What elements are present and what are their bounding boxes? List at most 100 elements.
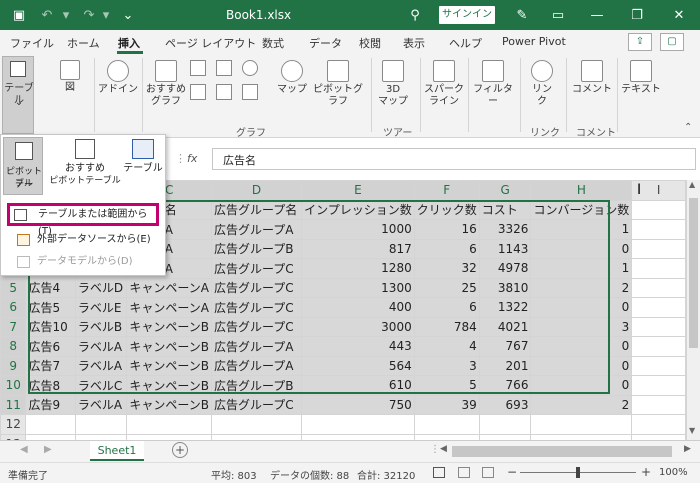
cell[interactable]: 3 (413, 355, 480, 376)
cell[interactable]: 広告10 (25, 316, 76, 337)
cell[interactable]: キャンペーンA (126, 297, 212, 318)
cell[interactable]: 広告グループB (210, 375, 303, 396)
cell[interactable] (126, 414, 212, 435)
tab-page-layout[interactable]: ページ レイアウト (165, 35, 256, 51)
row-header[interactable]: 10 (0, 375, 27, 396)
scatter-chart-icon[interactable] (242, 84, 258, 100)
cell[interactable]: 1143 (478, 238, 532, 259)
cell[interactable]: キャンペーンB (126, 316, 212, 337)
page-layout-view-icon[interactable] (458, 467, 470, 478)
row-header[interactable]: 5 (0, 277, 27, 298)
cell[interactable]: 1322 (478, 297, 532, 318)
cell[interactable] (301, 414, 415, 435)
cell[interactable]: 広告4 (25, 277, 76, 298)
cell[interactable]: ラベルA (74, 355, 128, 376)
cell[interactable] (530, 414, 633, 435)
add-sheet-button[interactable]: + (172, 442, 188, 458)
cell[interactable] (631, 277, 686, 298)
cell[interactable]: 16 (413, 219, 480, 240)
cell[interactable]: 1300 (301, 277, 415, 298)
redo-dropdown-icon[interactable]: ▾ (100, 0, 112, 30)
cell[interactable]: 6 (413, 238, 480, 259)
recommended-pivottable-button[interactable]: おすすめ ピボットテーブル (49, 139, 121, 187)
maps-button[interactable]: マップ (276, 60, 308, 96)
line-chart-icon[interactable] (216, 60, 232, 76)
cell[interactable]: 0 (530, 297, 633, 318)
from-table-range-menu-item[interactable]: テーブルまたは範囲から(T) (7, 203, 159, 237)
cell[interactable]: 400 (301, 297, 415, 318)
cell[interactable]: 3810 (478, 277, 532, 298)
sheet-tab[interactable]: Sheet1 (90, 441, 144, 461)
cell[interactable]: 0 (530, 238, 633, 259)
cell[interactable] (631, 414, 686, 435)
cell[interactable]: 3 (530, 316, 633, 337)
cell[interactable]: 3000 (301, 316, 415, 337)
link-button[interactable]: リン ク (524, 60, 560, 108)
undo-icon[interactable]: ↶ (36, 0, 58, 30)
cell[interactable]: 6 (413, 297, 480, 318)
scroll-left-icon[interactable]: ◀ (440, 444, 447, 454)
cell[interactable]: ラベルB (74, 316, 128, 337)
prev-sheet-icon[interactable]: ◀ (20, 444, 28, 455)
cell[interactable]: 817 (301, 238, 415, 259)
cell[interactable] (25, 414, 76, 435)
cell[interactable]: 広告グループB (210, 238, 303, 259)
collapse-ribbon-icon[interactable]: ⌃ (684, 122, 692, 133)
cell[interactable]: 443 (301, 336, 415, 357)
pivottable-button[interactable]: ピボットテー ブル (3, 137, 43, 195)
addins-button[interactable]: アドイン (98, 60, 138, 96)
cell[interactable]: 広告5 (25, 297, 76, 318)
cell[interactable]: 2 (530, 394, 633, 415)
column-header-f[interactable]: F (413, 180, 480, 201)
cell[interactable]: キャンペーンB (126, 394, 212, 415)
cell[interactable]: 0 (530, 375, 633, 396)
comment-button[interactable]: コメント (570, 60, 614, 96)
cell[interactable]: キャンペーンA (126, 277, 212, 298)
tab-split-handle[interactable]: ⋮ (430, 444, 440, 455)
cell[interactable] (631, 375, 686, 396)
cell[interactable]: 広告グループC (210, 394, 303, 415)
cell[interactable]: 201 (478, 355, 532, 376)
horizontal-scroll-thumb[interactable] (452, 446, 672, 457)
row-header[interactable]: 9 (0, 355, 27, 376)
pen-icon[interactable]: ✎ (510, 0, 534, 30)
illustrations-button[interactable]: 図 (55, 60, 85, 94)
cell[interactable]: 4 (413, 336, 480, 357)
column-chart-icon[interactable] (190, 60, 206, 76)
comments-icon[interactable]: ▢ (660, 33, 684, 51)
cell[interactable]: 2 (530, 277, 633, 298)
cell[interactable] (631, 219, 686, 240)
cell[interactable] (631, 355, 686, 376)
cell[interactable] (631, 316, 686, 337)
cell[interactable]: 広告8 (25, 375, 76, 396)
column-header-h[interactable]: H (530, 180, 633, 201)
bar-chart-icon[interactable] (190, 84, 206, 100)
minimize-button[interactable]: — (582, 0, 612, 30)
cell[interactable]: 広告グループA (210, 355, 303, 376)
cell[interactable]: 610 (301, 375, 415, 396)
cell[interactable]: 693 (478, 394, 532, 415)
tab-help[interactable]: ヘルプ (449, 35, 482, 51)
cell[interactable]: 5 (413, 375, 480, 396)
cell[interactable] (210, 414, 303, 435)
cell[interactable]: 32 (413, 258, 480, 279)
ribbon-display-icon[interactable]: ▭ (546, 0, 570, 30)
cell[interactable] (413, 414, 480, 435)
cell[interactable]: キャンペーンB (126, 336, 212, 357)
restore-button[interactable]: ❐ (622, 0, 652, 30)
scroll-up-icon[interactable]: ▲ (689, 180, 695, 189)
cell[interactable] (631, 199, 686, 220)
scroll-down-icon[interactable]: ▼ (689, 426, 695, 435)
row-header[interactable]: 6 (0, 297, 27, 318)
cell[interactable]: ラベルE (74, 297, 128, 318)
cell[interactable]: 3326 (478, 219, 532, 240)
cell[interactable]: 767 (478, 336, 532, 357)
3d-map-button[interactable]: 3D マップ (376, 60, 410, 108)
customize-qat-icon[interactable]: ⌄ (120, 0, 136, 30)
text-button[interactable]: テキスト (620, 60, 662, 96)
cell[interactable] (74, 414, 128, 435)
cell[interactable]: 766 (478, 375, 532, 396)
cell[interactable]: 0 (530, 336, 633, 357)
row-header[interactable]: 7 (0, 316, 27, 337)
cell[interactable]: 広告7 (25, 355, 76, 376)
